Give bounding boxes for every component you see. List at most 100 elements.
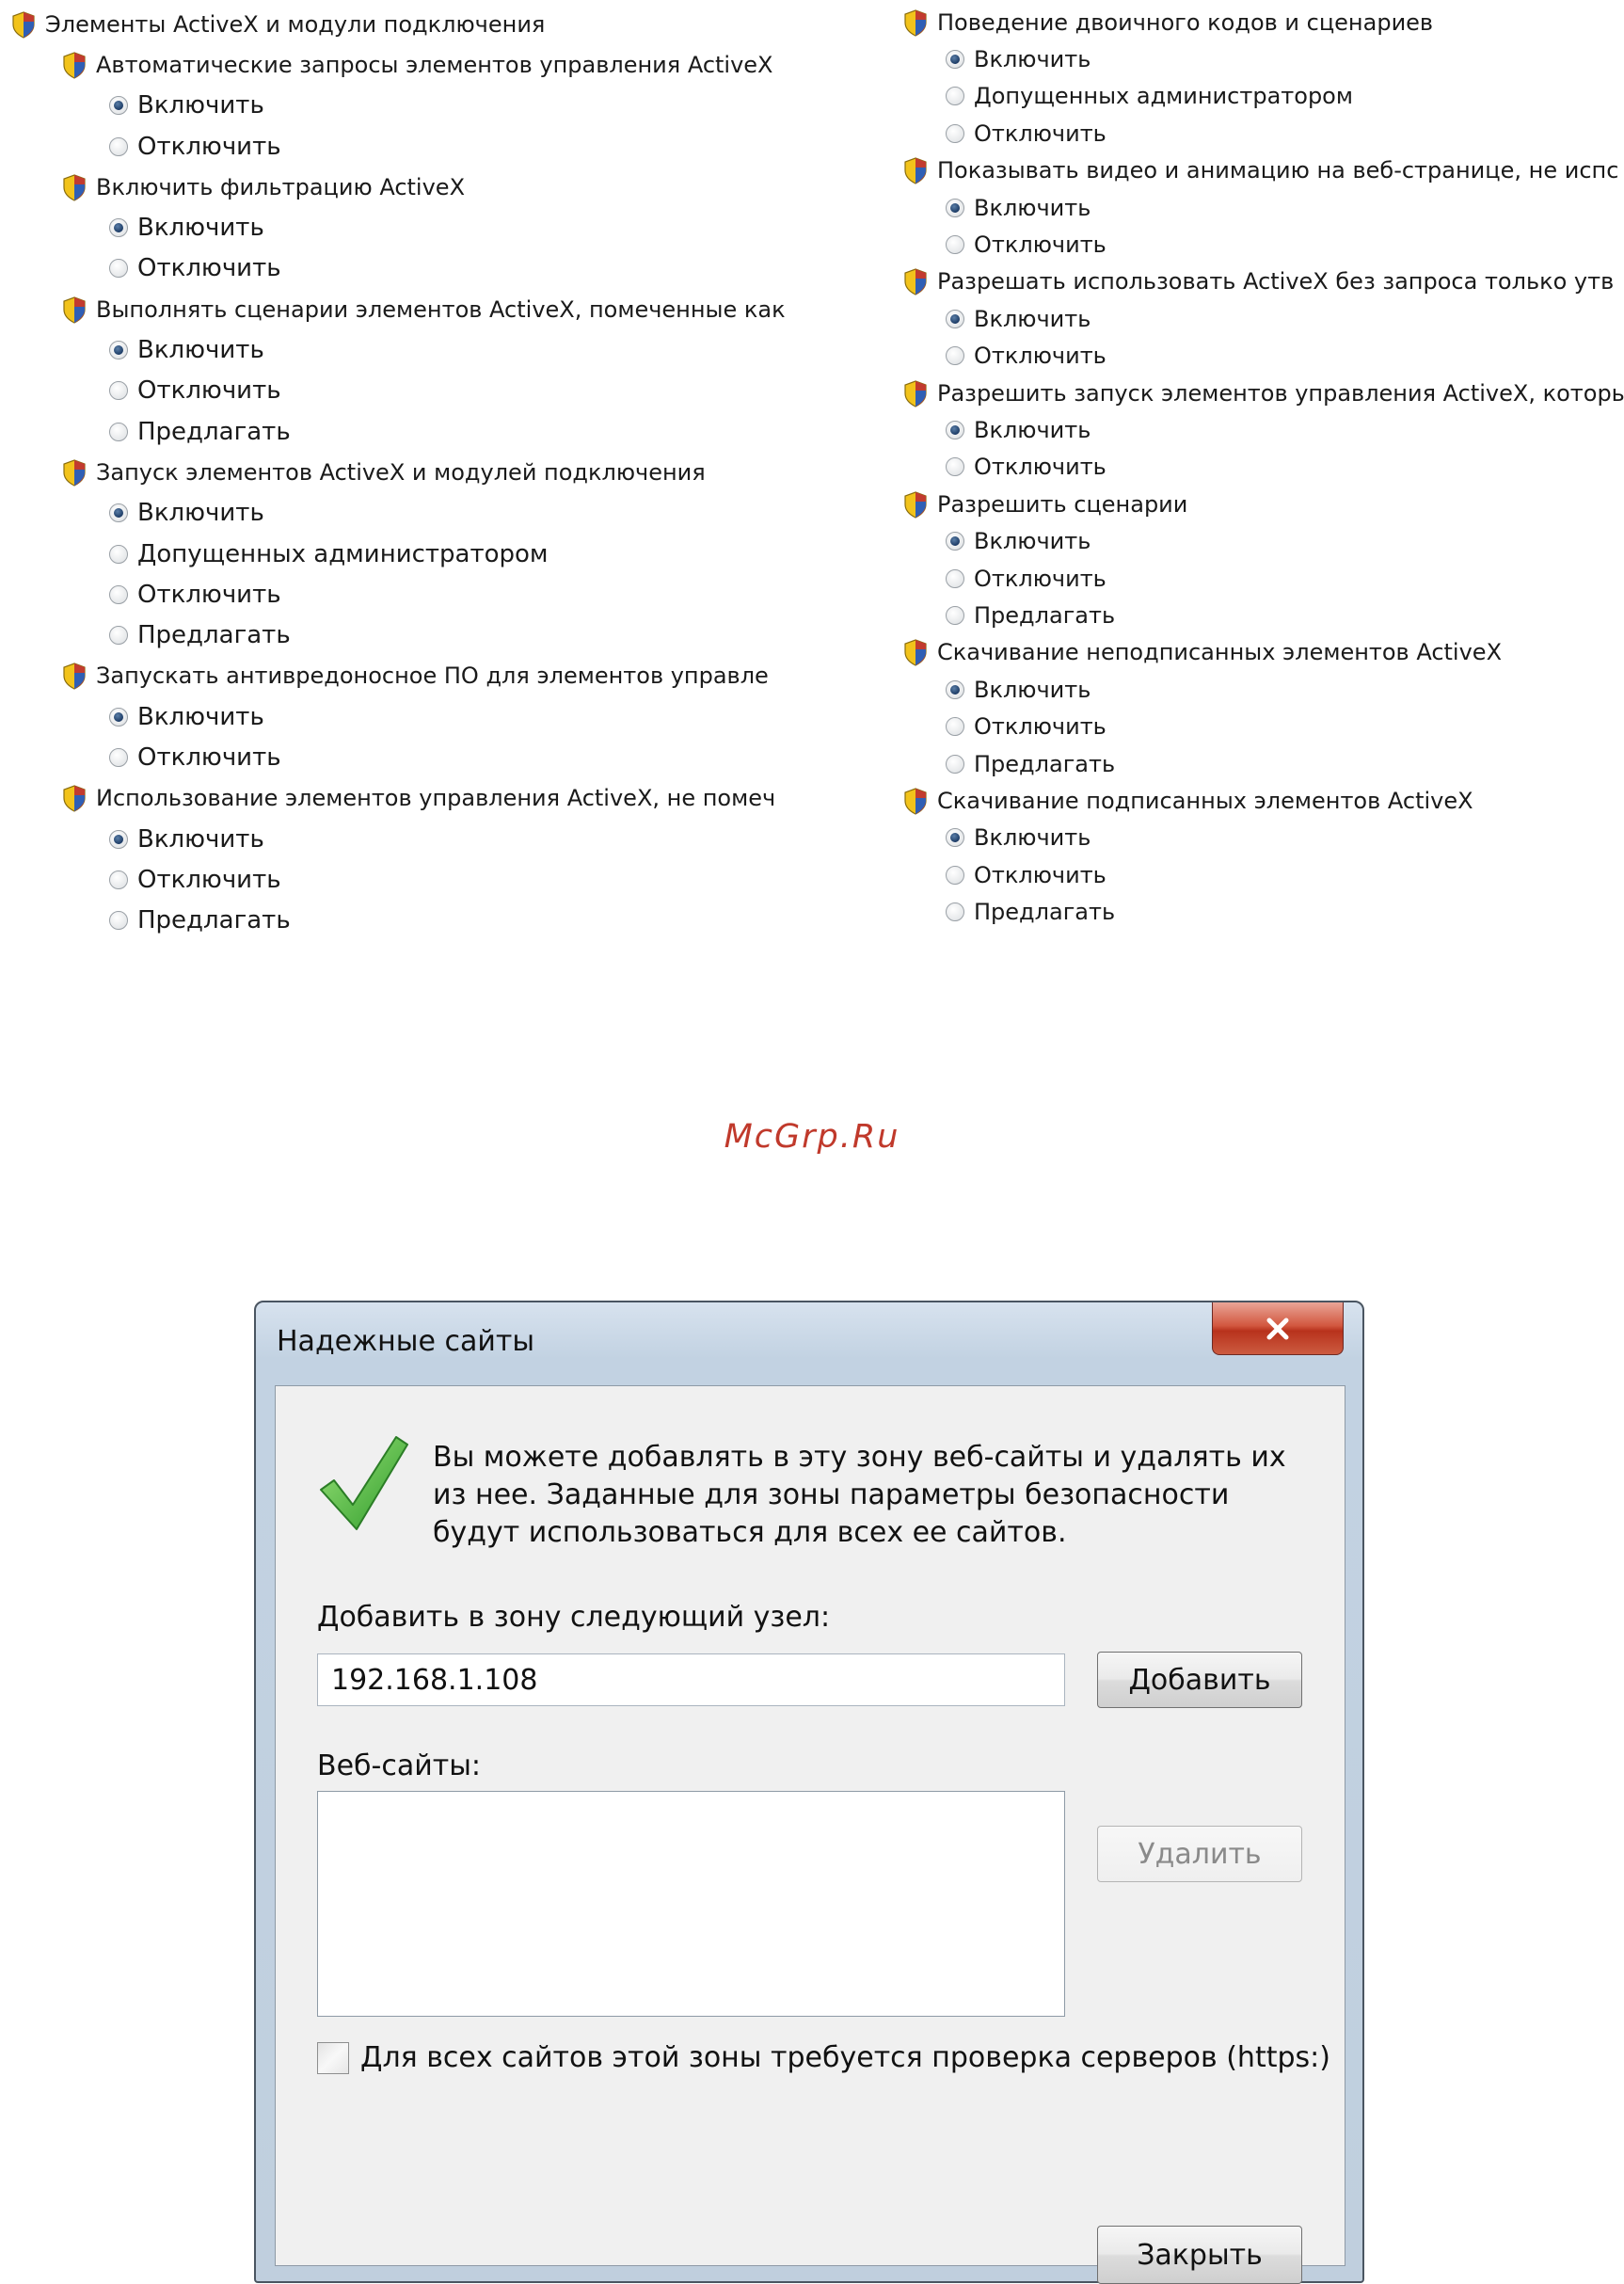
- radio-option[interactable]: Включить: [894, 522, 1624, 559]
- radio-unselected-icon[interactable]: [109, 259, 128, 279]
- radio-selected-icon[interactable]: [946, 679, 964, 699]
- radio-option[interactable]: Включить: [0, 207, 852, 248]
- radio-option[interactable]: Предлагать: [894, 745, 1624, 782]
- radio-option[interactable]: Допущенных администратором: [894, 78, 1624, 115]
- radio-option[interactable]: Отключить: [0, 248, 852, 289]
- option-label[interactable]: Отключить: [137, 743, 281, 772]
- radio-unselected-icon[interactable]: [109, 584, 128, 604]
- radio-selected-icon[interactable]: [109, 829, 128, 849]
- radio-unselected-icon[interactable]: [109, 747, 128, 767]
- radio-option[interactable]: Отключить: [0, 859, 852, 900]
- option-label[interactable]: Включить: [137, 703, 264, 731]
- radio-option[interactable]: Отключить: [0, 371, 852, 411]
- radio-unselected-icon[interactable]: [946, 235, 964, 255]
- radio-selected-icon[interactable]: [946, 198, 964, 217]
- radio-option[interactable]: Предлагать: [0, 411, 852, 452]
- radio-unselected-icon[interactable]: [109, 381, 128, 401]
- radio-option[interactable]: Отключить: [894, 226, 1624, 263]
- radio-option[interactable]: Включить: [894, 40, 1624, 77]
- close-button[interactable]: Закрыть: [1097, 2226, 1302, 2284]
- radio-unselected-icon[interactable]: [109, 544, 128, 564]
- radio-option[interactable]: Включить: [894, 820, 1624, 856]
- radio-option[interactable]: Отключить: [894, 449, 1624, 486]
- radio-unselected-icon[interactable]: [946, 123, 964, 143]
- radio-option[interactable]: Предлагать: [0, 901, 852, 941]
- radio-unselected-icon[interactable]: [946, 717, 964, 737]
- radio-unselected-icon[interactable]: [109, 422, 128, 441]
- option-label[interactable]: Отключить: [974, 232, 1107, 258]
- radio-option[interactable]: Отключить: [0, 574, 852, 615]
- option-label[interactable]: Предлагать: [137, 418, 291, 446]
- radio-option[interactable]: Отключить: [0, 737, 852, 777]
- radio-option[interactable]: Включить: [0, 696, 852, 737]
- option-label[interactable]: Отключить: [974, 343, 1107, 369]
- radio-option[interactable]: Включить: [0, 493, 852, 534]
- option-label[interactable]: Включить: [974, 195, 1091, 221]
- option-label[interactable]: Отключить: [137, 581, 281, 609]
- radio-unselected-icon[interactable]: [946, 605, 964, 625]
- radio-option[interactable]: Включить: [0, 819, 852, 859]
- radio-option[interactable]: Включить: [0, 86, 852, 126]
- radio-option[interactable]: Допущенных администратором: [0, 534, 852, 574]
- radio-unselected-icon[interactable]: [946, 902, 964, 922]
- dialog-title-bar[interactable]: Надежные сайты: [256, 1302, 1362, 1385]
- radio-option[interactable]: Отключить: [894, 115, 1624, 152]
- remove-button[interactable]: Удалить: [1097, 1826, 1302, 1882]
- https-checkbox-label[interactable]: Для всех сайтов этой зоны требуется пров…: [360, 2041, 1330, 2074]
- option-label[interactable]: Включить: [974, 306, 1091, 332]
- option-label[interactable]: Предлагать: [137, 621, 291, 649]
- radio-option[interactable]: Отключить: [0, 126, 852, 167]
- radio-unselected-icon[interactable]: [109, 911, 128, 931]
- radio-selected-icon[interactable]: [946, 50, 964, 70]
- radio-unselected-icon[interactable]: [946, 865, 964, 885]
- option-label[interactable]: Включить: [974, 528, 1091, 554]
- option-label[interactable]: Включить: [137, 336, 264, 364]
- radio-option[interactable]: Включить: [894, 189, 1624, 226]
- option-label[interactable]: Отключить: [974, 566, 1107, 592]
- option-label[interactable]: Включить: [974, 417, 1091, 443]
- option-label[interactable]: Отключить: [974, 713, 1107, 740]
- option-label[interactable]: Включить: [974, 824, 1091, 851]
- window-close-button[interactable]: [1212, 1302, 1344, 1355]
- radio-unselected-icon[interactable]: [946, 457, 964, 477]
- radio-option[interactable]: Отключить: [894, 338, 1624, 375]
- radio-unselected-icon[interactable]: [946, 568, 964, 588]
- https-checkbox[interactable]: [317, 2041, 349, 2074]
- option-label[interactable]: Отключить: [974, 454, 1107, 480]
- radio-option[interactable]: Включить: [894, 411, 1624, 448]
- option-label[interactable]: Включить: [137, 499, 264, 527]
- radio-option[interactable]: Отключить: [894, 560, 1624, 597]
- radio-option[interactable]: Отключить: [894, 856, 1624, 893]
- radio-selected-icon[interactable]: [946, 532, 964, 551]
- radio-selected-icon[interactable]: [946, 828, 964, 848]
- websites-list[interactable]: [317, 1791, 1065, 2017]
- radio-option[interactable]: Включить: [0, 329, 852, 370]
- site-input[interactable]: [317, 1653, 1065, 1706]
- radio-option[interactable]: Отключить: [894, 708, 1624, 744]
- option-label[interactable]: Отключить: [974, 120, 1107, 147]
- radio-option[interactable]: Предлагать: [894, 893, 1624, 930]
- option-label[interactable]: Включить: [137, 825, 264, 854]
- radio-option[interactable]: Включить: [894, 671, 1624, 708]
- option-label[interactable]: Предлагать: [974, 751, 1115, 777]
- option-label[interactable]: Включить: [974, 677, 1091, 703]
- radio-selected-icon[interactable]: [109, 503, 128, 523]
- radio-selected-icon[interactable]: [946, 309, 964, 328]
- radio-option[interactable]: Предлагать: [0, 615, 852, 655]
- radio-unselected-icon[interactable]: [109, 626, 128, 646]
- option-label[interactable]: Включить: [137, 214, 264, 242]
- radio-unselected-icon[interactable]: [109, 870, 128, 889]
- radio-option[interactable]: Предлагать: [894, 597, 1624, 633]
- radio-selected-icon[interactable]: [109, 218, 128, 238]
- https-requirement-row[interactable]: Для всех сайтов этой зоны требуется пров…: [317, 2041, 1330, 2074]
- option-label[interactable]: Отключить: [137, 376, 281, 405]
- option-label[interactable]: Предлагать: [974, 602, 1115, 629]
- option-label[interactable]: Отключить: [137, 254, 281, 282]
- option-label[interactable]: Отключить: [974, 862, 1107, 888]
- radio-unselected-icon[interactable]: [946, 346, 964, 366]
- option-label[interactable]: Предлагать: [137, 906, 291, 934]
- option-label[interactable]: Отключить: [137, 133, 281, 161]
- radio-option[interactable]: Включить: [894, 300, 1624, 337]
- radio-unselected-icon[interactable]: [109, 136, 128, 156]
- option-label[interactable]: Отключить: [137, 866, 281, 894]
